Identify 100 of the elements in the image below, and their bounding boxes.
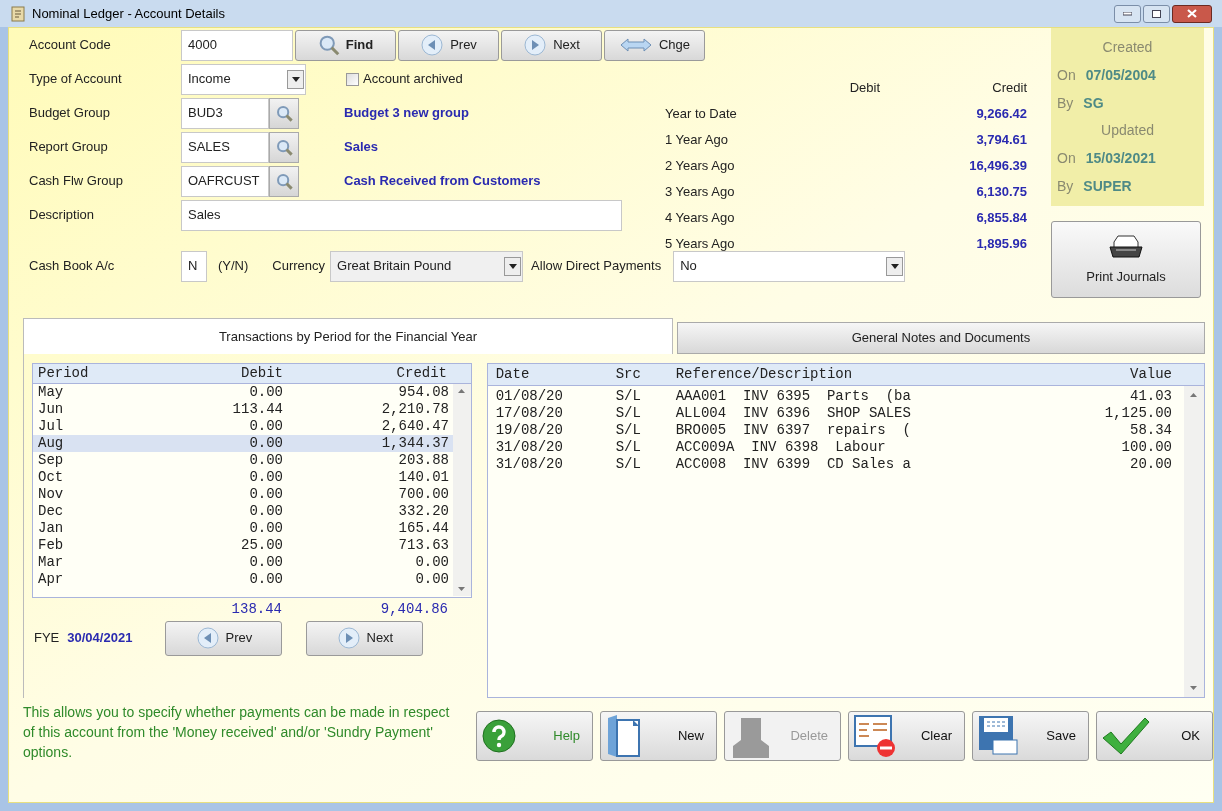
lookup-button[interactable] (269, 165, 299, 197)
table-cell-text: 17/08/20 (495, 405, 564, 422)
change-button[interactable]: Chge (604, 29, 705, 61)
help-button[interactable]: Help (476, 711, 593, 761)
table-cell-text: Apr (38, 571, 65, 588)
next-button[interactable]: Next (501, 29, 602, 61)
checkbox-label: Account archived (363, 70, 463, 89)
period-row[interactable]: Jul 0.00 2,640.47 (33, 418, 453, 435)
clear-button[interactable]: Clear (848, 711, 965, 761)
column-header: Debit (240, 364, 283, 383)
text-field[interactable]: N (181, 250, 207, 282)
text-field[interactable]: SALES (181, 131, 269, 163)
period-row[interactable]: Jun 113.44 2,210.78 (33, 401, 453, 418)
period-row[interactable]: Oct 0.00 140.01 (33, 469, 453, 486)
new-button[interactable]: New (600, 711, 717, 761)
table-cell-text: 140.01 (397, 469, 449, 486)
dropdown[interactable]: Income (181, 63, 306, 95)
period-row[interactable]: Jan 0.00 165.44 (33, 520, 453, 537)
table-cell-text: 332.20 (397, 503, 449, 520)
table-cell-text: Aug (38, 435, 65, 452)
period-label: 2 Years Ago (665, 157, 736, 176)
audit-label: By (1057, 93, 1074, 113)
prev-button[interactable]: Prev (165, 620, 283, 656)
credit-amount: 1,895.96 (975, 235, 1027, 254)
table-cell-text: ACC008 INV 6399 CD Sales a (675, 456, 912, 473)
table-cell-text: 100.00 (1120, 439, 1172, 456)
hint-text: This allows you to specify whether payments can be made in respect of this account from the 'Money received' and/or 'Sundry Payment' options. (23, 703, 451, 762)
minimize-icon (1123, 11, 1132, 16)
table-cell-text: 0.00 (248, 571, 283, 588)
find-button[interactable]: Find (295, 29, 396, 61)
floppy-disk-icon (977, 714, 1021, 758)
table-cell-text: 1,344.37 (380, 435, 449, 452)
year-end-date: 30/04/2021 (67, 629, 133, 648)
period-row[interactable]: Dec 0.00 332.20 (33, 503, 453, 520)
period-row[interactable]: Sep 0.00 203.88 (33, 452, 453, 469)
table-cell-text: 2,210.78 (380, 401, 449, 418)
table-cell-text: 31/08/20 (495, 456, 564, 473)
text-field[interactable]: Sales (181, 199, 622, 231)
print-journals-button[interactable]: Print Journals (1051, 221, 1201, 298)
maximize-button[interactable] (1143, 4, 1170, 23)
field-label: Type of Account (28, 70, 123, 89)
help-icon (481, 718, 517, 754)
caret-icon (890, 263, 899, 269)
table-cell-text: ALL004 INV 6396 SHOP SALES (675, 405, 912, 422)
period-row[interactable]: Mar 0.00 0.00 (33, 554, 453, 571)
table-cell-text: Nov (38, 486, 65, 503)
period-row[interactable]: Feb 25.00 713.63 (33, 537, 453, 554)
ok-button[interactable]: OK (1096, 711, 1213, 761)
table-cell-text: ACC009A INV 6398 Labour (675, 439, 887, 456)
next-button[interactable]: Next (306, 620, 424, 656)
maximize-icon (1152, 9, 1161, 18)
check-mark-icon (1101, 716, 1151, 756)
table-cell-text: AAA001 INV 6395 Parts (ba (675, 388, 912, 405)
table-cell-text: 0.00 (248, 469, 283, 486)
close-icon (1187, 9, 1197, 18)
text-field[interactable]: OAFRCUST (181, 165, 269, 197)
field-label: Cash Flw Group (28, 172, 124, 191)
credit-amount: 16,496.39 (968, 157, 1027, 176)
table-cell-text: 25.00 (240, 537, 283, 554)
table-cell-text: Oct (38, 469, 65, 486)
dropdown[interactable]: No (673, 250, 906, 282)
period-row[interactable]: Nov 0.00 700.00 (33, 486, 453, 503)
period-row[interactable]: May 0.00 954.08 (33, 384, 453, 401)
ledger-icon (10, 5, 26, 22)
table-cell-text: 700.00 (397, 486, 449, 503)
audit-value: 07/05/2004 (1085, 66, 1156, 85)
table-cell-text: 0.00 (248, 435, 283, 452)
period-row[interactable]: Apr 0.00 0.00 (33, 571, 453, 588)
text-field[interactable]: 4000 (181, 29, 293, 61)
table-cell-text: 0.00 (248, 520, 283, 537)
group-description: Budget 3 new group (344, 104, 469, 123)
period-label: Year to Date (665, 105, 738, 124)
field-label: Report Group (28, 138, 109, 157)
tab[interactable]: General Notes and Documents (677, 322, 1205, 354)
table-cell-text: 41.03 (1129, 388, 1172, 405)
lookup-button[interactable] (269, 131, 299, 163)
table-cell-text: 203.88 (397, 452, 449, 469)
form-icon (853, 714, 897, 758)
close-button[interactable] (1172, 4, 1212, 23)
dropdown[interactable]: Great Britain Pound (330, 250, 524, 282)
table-cell-text: 954.08 (397, 384, 449, 401)
table-cell-text: 0.00 (248, 554, 283, 571)
tab[interactable]: Transactions by Period for the Financial Year (23, 318, 673, 354)
window-title: Nominal Ledger - Account Details (32, 4, 225, 23)
save-button[interactable]: Save (972, 711, 1089, 761)
table-cell-text: S/L (615, 405, 642, 422)
column-header: Value (1129, 365, 1172, 384)
text-field[interactable]: BUD3 (181, 97, 269, 129)
prev-button[interactable]: Prev (398, 29, 499, 61)
table-cell-text: 165.44 (397, 520, 449, 537)
table-cell-text: Mar (38, 554, 65, 571)
caret-icon (508, 263, 517, 269)
table-cell-text: 2,640.47 (380, 418, 449, 435)
lookup-button[interactable] (269, 97, 299, 129)
table-cell-text: Jun (38, 401, 65, 418)
period-row[interactable]: Aug 0.00 1,344.37 (33, 435, 453, 452)
checkbox[interactable] (346, 72, 359, 86)
period-label: 3 Years Ago (665, 183, 736, 202)
table-cell-text: S/L (615, 456, 642, 473)
table-cell-text: 20.00 (1129, 456, 1172, 473)
